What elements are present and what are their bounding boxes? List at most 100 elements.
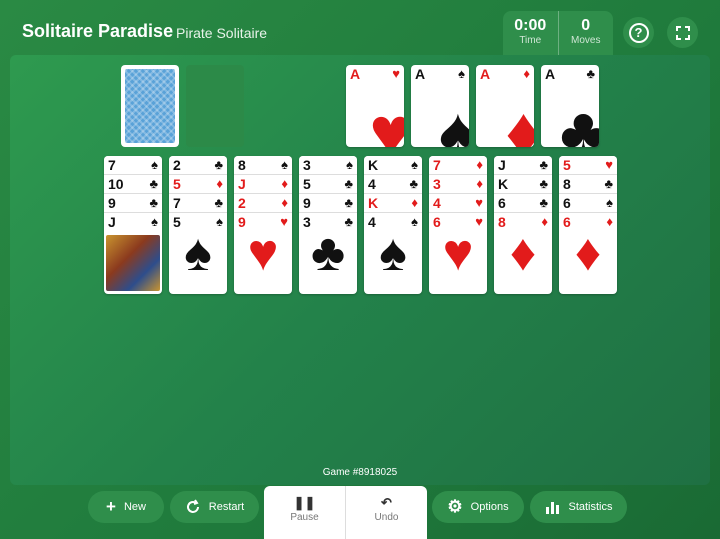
tableau-card[interactable]: J ♣: [494, 156, 552, 175]
tableau-card[interactable]: 3 ♣ ♣: [299, 213, 357, 294]
game-number: Game #8918025: [322, 467, 398, 478]
plus-icon: +: [106, 497, 116, 516]
card-suit-large: ♠: [184, 224, 212, 282]
time-stat: 0:00 Time: [503, 11, 558, 55]
options-button[interactable]: ⚙ Options: [432, 491, 524, 523]
pause-label: Pause: [290, 512, 319, 523]
tableau-column[interactable]: 3 ♠ 5 ♣ 9 ♣ 3 ♣ ♣: [299, 156, 357, 294]
foundation-pile[interactable]: A ♦ ♦: [476, 65, 534, 147]
new-button[interactable]: + New: [88, 491, 164, 523]
restart-button[interactable]: Restart: [170, 491, 259, 523]
card-rank: 2: [173, 157, 181, 173]
tableau-card[interactable]: 8 ♠: [234, 156, 292, 175]
undo-button[interactable]: ↶ Undo: [345, 486, 427, 539]
card-rank: 7: [173, 195, 181, 211]
tableau-card[interactable]: 5 ♦: [169, 175, 227, 194]
undo-icon: ↶: [381, 495, 392, 510]
header: Solitaire Paradise Pirate Solitaire 0:00…: [0, 0, 720, 56]
card-rank: 5: [173, 176, 181, 192]
card-suit: ♥: [392, 66, 400, 81]
game-name: Pirate Solitaire: [176, 25, 268, 41]
card-suit-large: ♥: [247, 224, 279, 282]
card-suit: ♦: [523, 66, 530, 81]
tableau-card[interactable]: 4 ♣: [364, 175, 422, 194]
tableau-card[interactable]: 5 ♣: [299, 175, 357, 194]
help-button[interactable]: ?: [623, 17, 654, 48]
tableau-card[interactable]: K ♣: [494, 175, 552, 194]
tableau-card[interactable]: J ♦: [234, 175, 292, 194]
waste-slot[interactable]: [186, 65, 244, 147]
tableau-card[interactable]: 2 ♦: [234, 194, 292, 213]
fullscreen-button[interactable]: [667, 17, 698, 48]
statistics-button[interactable]: Statistics: [530, 491, 627, 523]
foundation-pile[interactable]: A ♥ ♥: [346, 65, 404, 147]
statistics-label: Statistics: [568, 501, 613, 513]
solitaire-app: Solitaire Paradise Pirate Solitaire 0:00…: [0, 0, 720, 539]
tableau-card[interactable]: 6 ♠: [559, 194, 617, 213]
card-suit-large: ♣: [559, 93, 599, 147]
tableau-column[interactable]: 8 ♠ J ♦ 2 ♦ 9 ♥ ♥: [234, 156, 292, 294]
card-suit: ♠: [458, 66, 465, 81]
card-rank: 7: [433, 157, 441, 173]
card-rank: 3: [303, 157, 311, 173]
card-rank: 9: [303, 195, 311, 211]
new-label: New: [123, 501, 146, 513]
tableau-card[interactable]: J ♠: [104, 213, 162, 294]
card-rank: 3: [433, 176, 441, 192]
tableau-column[interactable]: J ♣ K ♣ 6 ♣ 8 ♦ ♦: [494, 156, 552, 294]
tableau-card[interactable]: 10 ♣: [104, 175, 162, 194]
tableau-column[interactable]: K ♠ 4 ♣ K ♦ 4 ♠ ♠: [364, 156, 422, 294]
tableau-card[interactable]: 2 ♣: [169, 156, 227, 175]
tableau-card[interactable]: 8 ♦ ♦: [494, 213, 552, 294]
card-rank: J: [498, 157, 506, 173]
card-suit: ♣: [604, 176, 613, 191]
tableau-card[interactable]: 3 ♦: [429, 175, 487, 194]
card-suit: ♠: [151, 157, 158, 172]
foundation-pile[interactable]: A ♣ ♣: [541, 65, 599, 147]
tableau-card[interactable]: 9 ♣: [299, 194, 357, 213]
card-suit: ♠: [346, 157, 353, 172]
card-suit: ♣: [539, 157, 548, 172]
tableau-card[interactable]: 7 ♣: [169, 194, 227, 213]
tableau-column[interactable]: 2 ♣ 5 ♦ 7 ♣ 5 ♠ ♠: [169, 156, 227, 294]
tableau-card[interactable]: 4 ♥: [429, 194, 487, 213]
tableau-card[interactable]: 6 ♦ ♦: [559, 213, 617, 294]
tableau-column[interactable]: 5 ♥ 8 ♣ 6 ♠ 6 ♦ ♦: [559, 156, 617, 294]
tableau-card[interactable]: 7 ♦: [429, 156, 487, 175]
card-rank: 7: [108, 157, 116, 173]
tableau-card[interactable]: 9 ♣: [104, 194, 162, 213]
undo-label: Undo: [374, 512, 399, 523]
card-rank: J: [108, 214, 116, 230]
card-suit: ♣: [539, 176, 548, 191]
card-suit-large: ♦: [505, 93, 534, 147]
tableau-card[interactable]: 5 ♥: [559, 156, 617, 175]
card-rank: 5: [563, 157, 571, 173]
tableau-card[interactable]: K ♦: [364, 194, 422, 213]
restart-label: Restart: [208, 501, 245, 513]
tableau-card[interactable]: 7 ♠: [104, 156, 162, 175]
card-rank: 5: [303, 176, 311, 192]
tableau-card[interactable]: K ♠: [364, 156, 422, 175]
tableau-card[interactable]: 6 ♥ ♥: [429, 213, 487, 294]
tableau-card[interactable]: 6 ♣: [494, 194, 552, 213]
card-suit: ♠: [281, 157, 288, 172]
tableau-card[interactable]: 8 ♣: [559, 175, 617, 194]
tableau-card[interactable]: 3 ♠: [299, 156, 357, 175]
stock-pile[interactable]: [121, 65, 179, 147]
card-suit: ♣: [344, 176, 353, 191]
tableau-card[interactable]: 9 ♥ ♥: [234, 213, 292, 294]
card-rank: K: [368, 157, 379, 173]
card-rank: 8: [563, 176, 571, 192]
moves-stat: 0 Moves: [557, 11, 614, 55]
tableau-card[interactable]: 5 ♠ ♠: [169, 213, 227, 294]
card-rank: 6: [563, 195, 571, 211]
foundation-pile[interactable]: A ♠ ♠: [411, 65, 469, 147]
pause-button[interactable]: ❚❚ Pause: [264, 486, 345, 539]
card-suit: ♠: [606, 195, 613, 210]
tableau-card[interactable]: 4 ♠ ♠: [364, 213, 422, 294]
card-rank: A: [480, 66, 491, 82]
card-suit-large: ♦: [509, 224, 537, 282]
tableau-column[interactable]: 7 ♦ 3 ♦ 4 ♥ 6 ♥ ♥: [429, 156, 487, 294]
tableau-column[interactable]: 7 ♠ 10 ♣ 9 ♣ J ♠: [104, 156, 162, 294]
card-suit: ♣: [214, 195, 223, 210]
